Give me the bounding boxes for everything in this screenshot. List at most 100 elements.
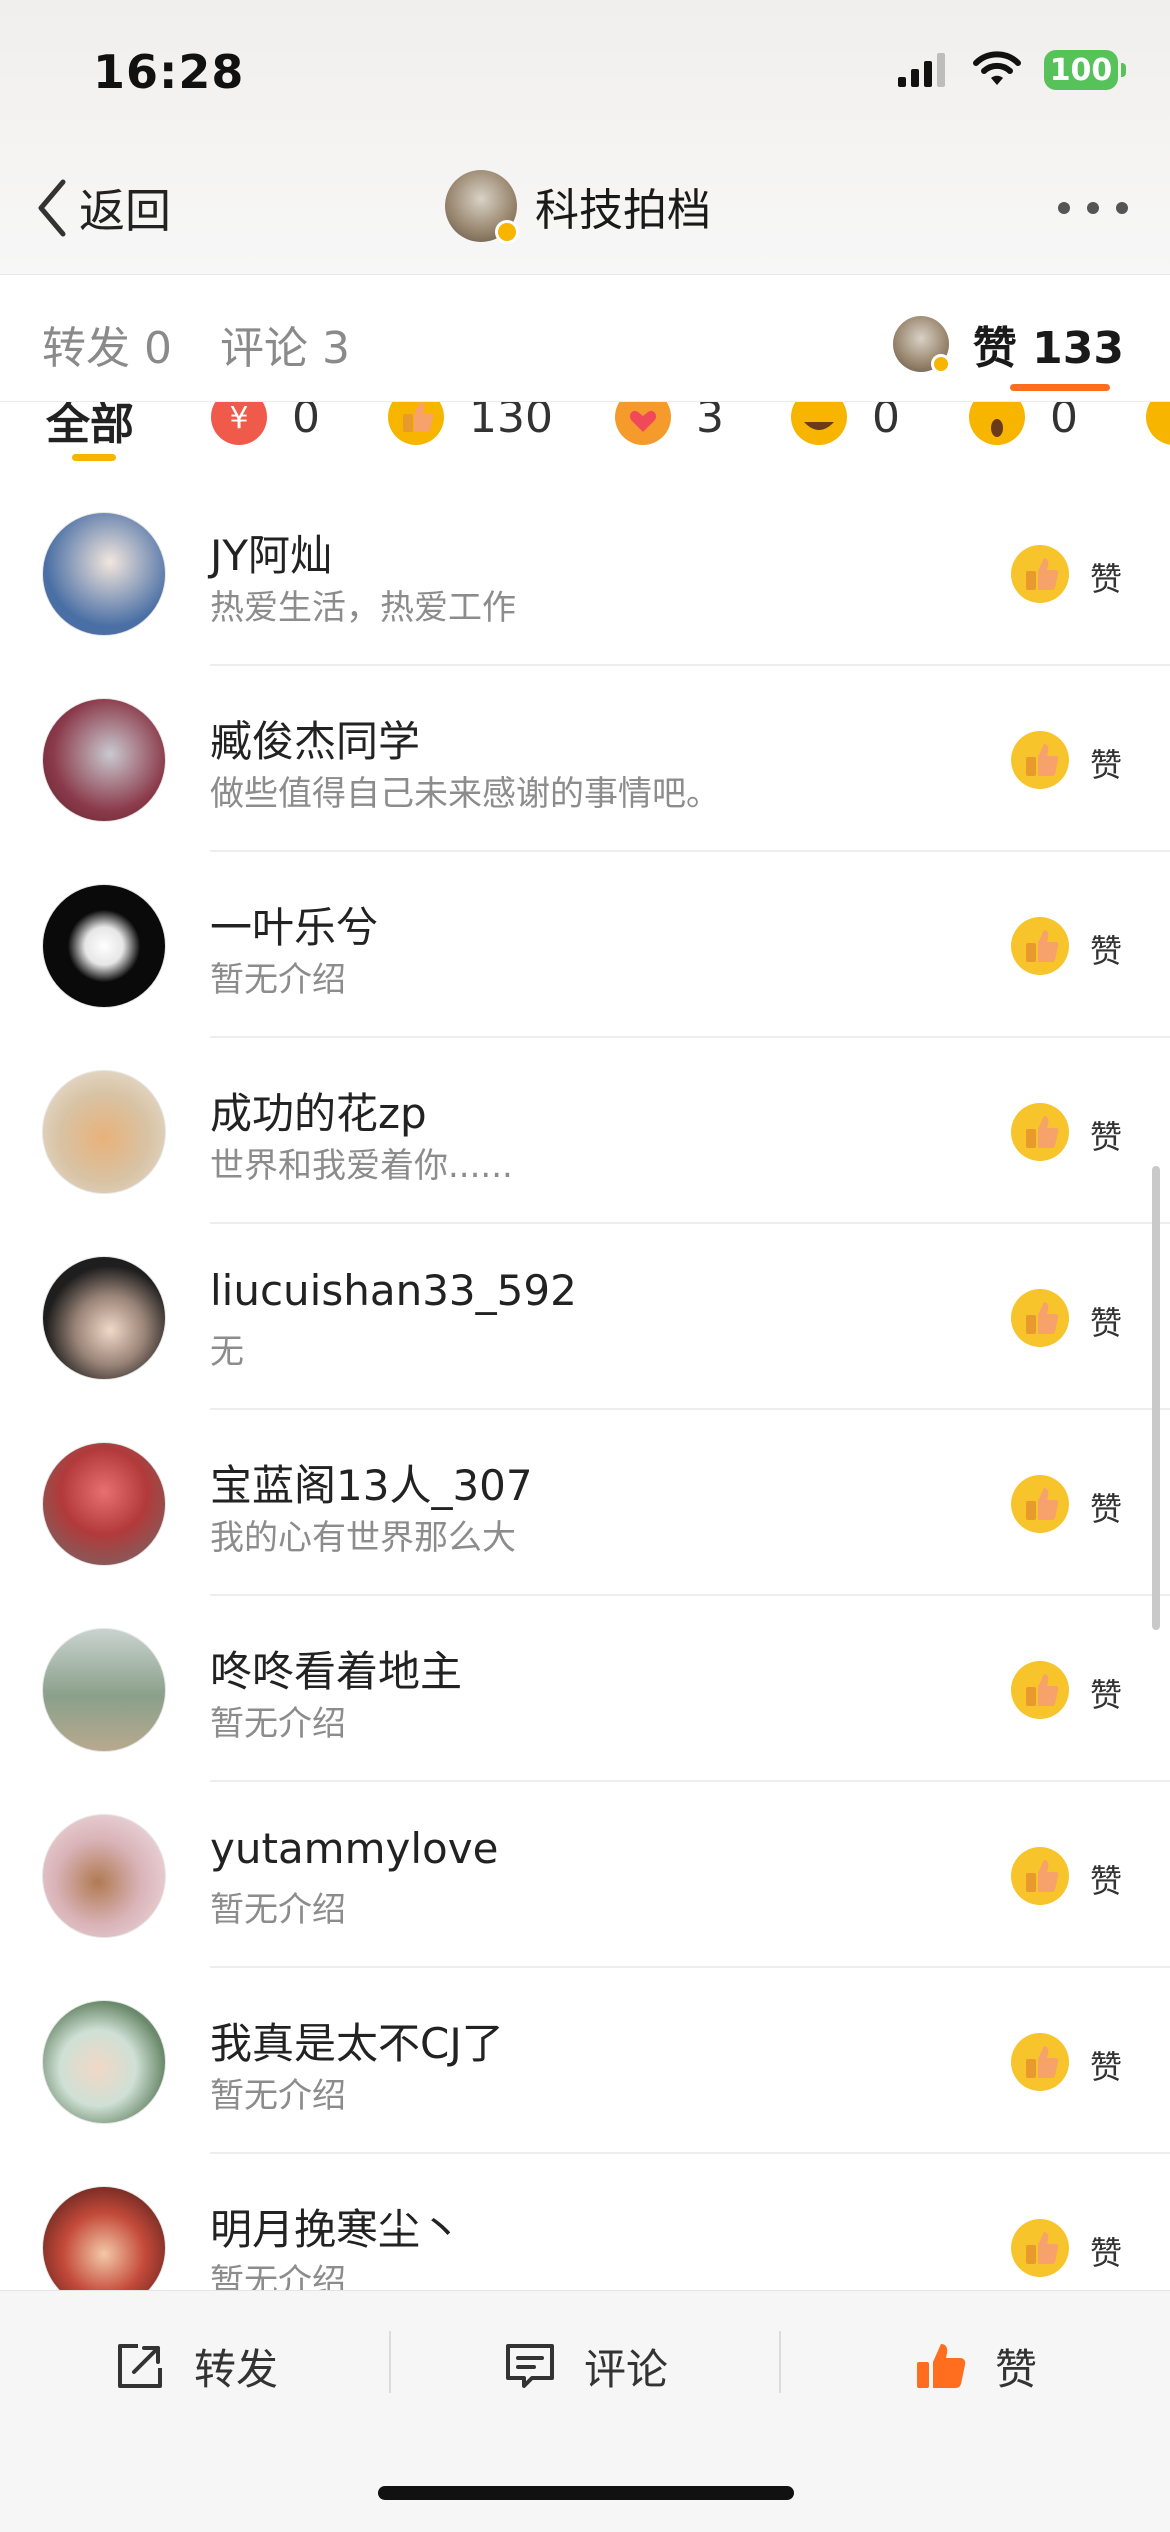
- back-button[interactable]: 返回: [35, 175, 171, 241]
- like-button[interactable]: 赞: [780, 2291, 1170, 2441]
- tab-comment[interactable]: 评论 3: [220, 312, 350, 376]
- repost-button[interactable]: 转发: [0, 2291, 390, 2441]
- thumbs-up-icon: [1011, 1475, 1069, 1533]
- avatar: [42, 2000, 166, 2124]
- avatar: [42, 1628, 166, 1752]
- tab-repost[interactable]: 转发 0: [42, 312, 172, 376]
- reaction-count: 0: [292, 402, 320, 443]
- comment-button[interactable]: 评论: [390, 2291, 780, 2441]
- share-icon: [117, 2344, 162, 2388]
- tab-like-label: 赞 133: [972, 323, 1124, 374]
- user-bio: 无: [210, 1332, 244, 1372]
- avatar: [42, 698, 166, 822]
- list-item[interactable]: JY阿灿 热爱生活，热爱工作 赞: [0, 480, 1170, 666]
- user-bio: 世界和我爱着你......: [210, 1146, 513, 1186]
- user-bio: 暂无介绍: [210, 1704, 346, 1744]
- more-options-icon[interactable]: [1058, 198, 1128, 218]
- status-indicators: 100: [896, 50, 1126, 90]
- home-indicator: [378, 2486, 794, 2500]
- thumbs-up-icon: [1011, 1847, 1069, 1905]
- active-tab-indicator: [1010, 384, 1110, 391]
- reaction-filter-row: 全部 ¥ 0 130 3 0 0: [0, 402, 1170, 466]
- avatar: [42, 1070, 166, 1194]
- reaction-filter-surprise-face[interactable]: 0: [968, 402, 1078, 446]
- thumbs-up-icon: [916, 2344, 966, 2388]
- reaction-filter-red-envelope[interactable]: ¥ 0: [210, 402, 320, 446]
- tabs-row: 转发 0 评论 3 赞 133: [0, 276, 1170, 402]
- list-item[interactable]: yutammylove 暂无介绍 赞: [0, 1782, 1170, 1968]
- verified-badge-icon: [930, 354, 951, 374]
- user-name: 明月挽寒尘丶: [210, 2205, 463, 2254]
- reaction-count: 0: [1050, 402, 1078, 443]
- list-item[interactable]: 宝蓝阁13人_307 我的心有世界那么大 赞: [0, 1410, 1170, 1596]
- user-bio: 暂无介绍: [210, 960, 346, 1000]
- list-item[interactable]: 明月挽寒尘丶 暂无介绍 赞: [0, 2154, 1170, 2290]
- like-label: 赞: [1090, 746, 1123, 784]
- user-name: 一叶乐兮: [210, 903, 379, 952]
- user-bio: 我的心有世界那么大: [210, 1518, 516, 1558]
- like-label: 赞: [1090, 560, 1123, 598]
- scrollbar[interactable]: [1152, 1166, 1160, 1630]
- user-bio: 做些值得自己未来感谢的事情吧。: [210, 774, 720, 814]
- cellular-signal-icon: [898, 53, 945, 87]
- user-name: 咚咚看着地主: [210, 1647, 463, 1696]
- reaction-count: 130: [469, 402, 553, 443]
- avatar: [892, 316, 951, 374]
- user-name: JY阿灿: [210, 531, 333, 580]
- like-label: 赞: [1090, 1304, 1123, 1342]
- avatar: [445, 170, 519, 244]
- tab-like[interactable]: 赞 133: [892, 312, 1124, 376]
- reaction-filter-indicator: [72, 454, 116, 461]
- chevron-left-icon: [38, 179, 66, 237]
- user-bio: 热爱生活，热爱工作: [210, 588, 516, 628]
- list-item[interactable]: 成功的花zp 世界和我爱着你...... 赞: [0, 1038, 1170, 1224]
- user-bio: 暂无介绍: [210, 2076, 346, 2116]
- like-label: 赞: [1090, 2048, 1123, 2086]
- red-envelope-icon: ¥: [211, 402, 267, 445]
- list-item[interactable]: 咚咚看着地主 暂无介绍 赞: [0, 1596, 1170, 1782]
- reaction-filter-laugh-face[interactable]: 0: [790, 402, 900, 446]
- comment-icon: [505, 2344, 554, 2388]
- user-name: 成功的花zp: [210, 1089, 427, 1138]
- page-title-text: 科技拍档: [535, 185, 711, 236]
- avatar: [42, 1442, 166, 1566]
- list-item[interactable]: 一叶乐兮 暂无介绍 赞: [0, 852, 1170, 1038]
- liker-list: JY阿灿 热爱生活，热爱工作 赞 臧俊杰同学 做些值得自己未来感谢的事情吧。 赞…: [0, 480, 1170, 2290]
- like-label: 赞: [1090, 1676, 1123, 1714]
- list-item[interactable]: liucuishan33_592 无 赞: [0, 1224, 1170, 1410]
- emoji-reaction-icon: [1146, 402, 1170, 445]
- like-label: 赞: [1090, 1862, 1123, 1900]
- thumbs-up-icon: [1011, 731, 1069, 789]
- thumbs-up-icon: [1011, 2219, 1069, 2277]
- avatar: [42, 512, 166, 636]
- like-label: 赞: [1090, 2234, 1123, 2272]
- surprise-face-icon: [969, 402, 1025, 445]
- thumbs-up-icon: [1011, 1289, 1069, 1347]
- avatar: [42, 884, 166, 1008]
- user-name: 宝蓝阁13人_307: [210, 1461, 533, 1510]
- status-time: 16:28: [93, 45, 245, 99]
- reaction-filter-thumbs-up[interactable]: 130: [387, 402, 553, 446]
- avatar: [42, 2186, 166, 2290]
- reaction-filter-heart-face[interactable]: 3: [614, 402, 724, 446]
- like-label: 赞: [1090, 1118, 1123, 1156]
- laugh-face-icon: [791, 402, 847, 445]
- top-header-area: 16:28 100 返回 科技拍档: [0, 0, 1170, 275]
- thumbs-up-icon: [1011, 917, 1069, 975]
- avatar: [42, 1256, 166, 1380]
- thumbs-up-icon: [1011, 2033, 1069, 2091]
- like-label: 赞: [1090, 932, 1123, 970]
- heart-face-icon: [615, 402, 671, 445]
- thumbs-up-icon: [1011, 1661, 1069, 1719]
- page-title[interactable]: 科技拍档: [445, 168, 711, 244]
- avatar: [42, 1814, 166, 1938]
- list-item[interactable]: 臧俊杰同学 做些值得自己未来感谢的事情吧。 赞: [0, 666, 1170, 852]
- reaction-count: 3: [696, 402, 724, 443]
- reaction-filter-all[interactable]: 全部: [46, 402, 134, 452]
- battery-indicator: 100: [1044, 50, 1126, 90]
- svg-text:¥: ¥: [229, 402, 248, 436]
- repost-label: 转发: [193, 2344, 278, 2394]
- verified-badge-icon: [495, 220, 519, 244]
- user-name: liucuishan33_592: [210, 1266, 577, 1315]
- list-item[interactable]: 我真是太不CJ了 暂无介绍 赞: [0, 1968, 1170, 2154]
